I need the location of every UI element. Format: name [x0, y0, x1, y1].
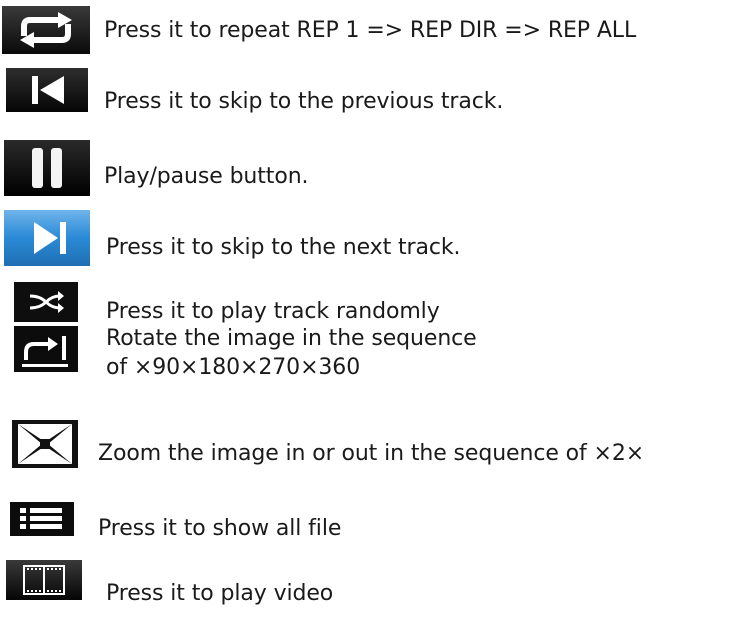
skip-previous-description: Press it to skip to the previous track. — [104, 89, 504, 114]
video-film-icon — [6, 560, 82, 600]
show-all-files-description: Press it to show all file — [98, 516, 342, 541]
zoom-description: Zoom the image in or out in the sequence… — [98, 441, 645, 466]
zoom-icon — [12, 420, 78, 468]
skip-previous-icon — [6, 68, 88, 112]
play-video-description: Press it to play video — [106, 581, 334, 606]
repeat-description: Press it to repeat REP 1 => REP DIR => R… — [104, 18, 637, 43]
skip-next-description: Press it to skip to the next track. — [106, 235, 461, 260]
shuffle-icon — [14, 282, 78, 322]
skip-next-icon — [4, 210, 90, 266]
rotate-description-line1: Rotate the image in the sequence — [106, 326, 477, 351]
play-pause-description: Play/pause button. — [104, 164, 309, 189]
repeat-icon — [2, 6, 90, 54]
rotate-icon — [14, 326, 78, 372]
rotate-description-line2: of ×90×180×270×360 — [106, 355, 361, 380]
list-icon — [10, 502, 74, 536]
pause-icon — [4, 140, 90, 196]
shuffle-description: Press it to play track randomly — [106, 299, 440, 324]
